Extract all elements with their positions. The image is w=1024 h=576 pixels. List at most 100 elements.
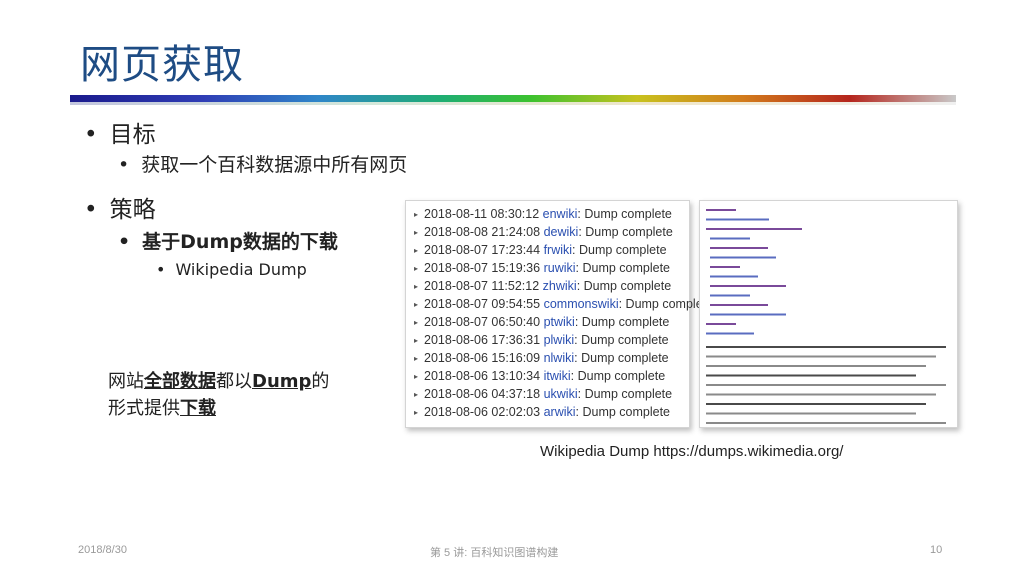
dump-list-item: ▸ 2018-08-07 17:23:44 frwiki: Dump comple… [414,243,667,257]
wiki-link[interactable]: itwiki [544,369,571,383]
slide-title: 网页获取 [80,42,244,88]
wiki-link[interactable]: frwiki [544,243,572,257]
expand-arrow-icon[interactable]: ▸ [414,408,418,417]
xml-line [710,285,786,287]
footer-page-number: 10 [930,544,943,556]
xml-line [706,365,926,367]
bullet-text: 获取一个百科数据源中所有网页 [141,154,408,176]
expand-arrow-icon[interactable]: ▸ [414,336,418,345]
dump-time: 2018-08-06 13:10:34 [424,369,541,383]
dump-list-item: ▸ 2018-08-07 11:52:12 zhwiki: Dump comple… [414,279,671,293]
xml-line [710,313,786,316]
note-emphasis: 全部数据 [144,371,216,392]
dump-list-item: ▸ 2018-08-11 08:30:12 enwiki: Dump comple… [414,207,672,221]
footer-lecture-title: 第 5 讲: 百科知识图谱构建 [430,547,559,559]
dump-status: : Dump complete [577,207,672,221]
xml-line [706,228,802,230]
dump-list-item: ▸ 2018-08-07 15:19:36 ruwiki: Dump comple… [414,261,670,275]
xml-line [706,393,936,396]
expand-arrow-icon[interactable]: ▸ [414,264,418,273]
note-text: 都以 [216,371,252,392]
expand-arrow-icon[interactable]: ▸ [414,210,418,219]
title-divider-shadow [70,102,956,105]
wiki-link[interactable]: ptwiki [544,315,575,329]
note-emphasis: Dump [252,371,312,392]
xml-line [710,237,750,240]
expand-arrow-icon[interactable]: ▸ [414,246,418,255]
bullet-text: 目标 [109,122,156,148]
dump-time: 2018-08-07 11:52:12 [424,279,540,293]
wiki-link[interactable]: ukwiki [544,387,578,401]
bullet-dot-icon: • [84,197,98,223]
xml-line [706,332,754,335]
xml-line [706,374,916,377]
dump-note: 网站全部数据都以Dump的 形式提供下载 [108,368,378,422]
dump-list-item: ▸ 2018-08-07 06:50:40 ptwiki: Dump comple… [414,315,669,329]
dump-time: 2018-08-06 15:16:09 [424,351,541,365]
dump-list-screenshot: ▸ 2018-08-11 08:30:12 enwiki: Dump comple… [405,200,713,428]
xml-text-lines [706,209,946,424]
wiki-link[interactable]: enwiki [543,207,578,221]
xml-line [710,275,758,278]
wiki-link[interactable]: zhwiki [543,279,577,293]
bullet-dot-icon: • [84,122,98,148]
bullet-strategy-detail: • 基于Dump数据的下载 [118,227,338,254]
wiki-link[interactable]: ruwiki [544,261,576,275]
note-emphasis: 下载 [180,398,216,419]
dump-list-item: ▸ 2018-08-08 21:24:08 dewiki: Dump comple… [414,225,673,239]
wiki-link[interactable]: nlwiki [544,351,575,365]
xml-line [710,266,740,268]
bullet-wikipedia-dump: • Wikipedia Dump [156,260,307,279]
xml-line [706,346,946,348]
expand-arrow-icon[interactable]: ▸ [414,390,418,399]
xml-line [710,304,768,306]
bullet-text: 策略 [109,197,156,223]
xml-line [706,384,946,386]
dump-time: 2018-08-07 15:19:36 [424,261,541,275]
bullet-goal-detail: • 获取一个百科数据源中所有网页 [118,150,407,177]
xml-line [706,412,916,415]
dump-time: 2018-08-07 06:50:40 [424,315,541,329]
xml-line [706,403,926,405]
wiki-link[interactable]: commonswiki [544,297,619,311]
dump-status: : Dump complete [574,351,669,365]
xml-line [706,218,769,221]
dump-status: : Dump complete [575,405,671,419]
xml-line [706,422,946,424]
footer-date: 2018/8/30 [78,544,127,556]
xml-line [706,355,936,358]
expand-arrow-icon[interactable]: ▸ [414,282,418,291]
dump-list-item: ▸ 2018-08-06 17:36:31 plwiki: Dump comple… [414,333,669,347]
dump-status: : Dump complete [577,387,673,401]
expand-arrow-icon[interactable]: ▸ [414,318,418,327]
dump-status: : Dump complete [572,243,667,257]
expand-arrow-icon[interactable]: ▸ [414,354,418,363]
bullet-dot-icon: • [118,231,131,253]
dump-list-item: ▸ 2018-08-06 02:02:03 arwiki: Dump comple… [414,405,670,419]
xml-line [710,256,776,259]
dump-status: : Dump complete [575,261,671,275]
dump-status: : Dump complete [574,315,670,329]
expand-arrow-icon[interactable]: ▸ [414,372,418,381]
xml-line [706,209,736,211]
figure-caption: Wikipedia Dump https://dumps.wikimedia.o… [540,443,844,460]
wiki-link[interactable]: plwiki [544,333,575,347]
expand-arrow-icon[interactable]: ▸ [414,300,418,309]
dump-list-item: ▸ 2018-08-07 09:54:55 commonswiki: Dump c… [414,297,713,311]
expand-arrow-icon[interactable]: ▸ [414,228,418,237]
note-text: 网站 [108,371,144,392]
xml-line [706,323,736,325]
dump-status: : Dump complete [576,279,672,293]
wiki-link[interactable]: arwiki [544,405,576,419]
wiki-link[interactable]: dewiki [544,225,579,239]
bullet-dot-icon: • [156,260,166,279]
dump-list-item: ▸ 2018-08-06 04:37:18 ukwiki: Dump comple… [414,387,672,401]
dump-time: 2018-08-06 02:02:03 [424,405,541,419]
title-divider-bar [70,95,956,102]
dump-list-item: ▸ 2018-08-06 15:16:09 nlwiki: Dump comple… [414,351,669,365]
bullet-dot-icon: • [118,154,130,176]
dump-time: 2018-08-11 08:30:12 [424,207,540,221]
bullet-strategy: • 策略 [84,190,156,224]
xml-line [710,247,768,249]
bullet-text: 基于Dump数据的下载 [142,231,338,253]
